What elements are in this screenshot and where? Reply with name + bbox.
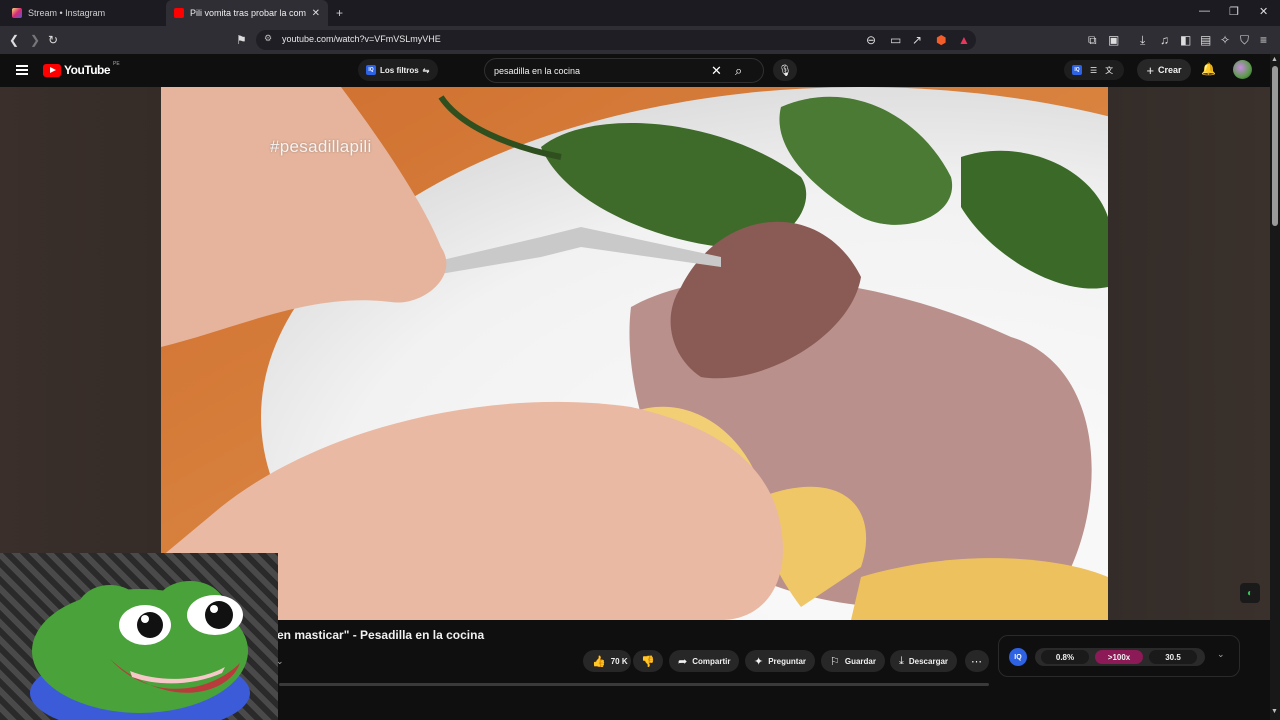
zoom-icon[interactable]: ⊖: [866, 32, 876, 48]
create-button[interactable]: + Crear: [1137, 59, 1191, 81]
scroll-down-icon[interactable]: ▼: [1271, 708, 1278, 715]
browser-tab-bar: Stream • Instagram Pili vomita tras prob…: [0, 0, 1280, 26]
account-avatar[interactable]: [1233, 60, 1252, 79]
screen: Stream • Instagram Pili vomita tras prob…: [0, 0, 1280, 720]
new-tab-icon[interactable]: +: [336, 6, 343, 20]
youtube-header: YouTube PE IQ Los filtros ⇋ pesadilla en…: [0, 54, 1270, 87]
like-button[interactable]: 👍 70 K: [583, 650, 631, 672]
close-window-icon[interactable]: ✕: [1259, 5, 1268, 18]
music-icon[interactable]: ♫: [1160, 32, 1169, 48]
stat-multiplier: >100x: [1095, 650, 1143, 664]
search-input[interactable]: pesadilla en la cocina ✕ ⌕: [484, 58, 764, 83]
download-arrow-icon: ⤓: [899, 654, 904, 667]
download-icon[interactable]: ⤓: [1140, 32, 1145, 48]
share-page-icon[interactable]: ↗: [912, 32, 922, 48]
like-count: 70 K: [610, 656, 628, 666]
youtube-logo[interactable]: YouTube PE: [43, 61, 120, 77]
close-tab-icon[interactable]: ✕: [312, 8, 320, 19]
stat-percent: 0.8%: [1041, 650, 1089, 664]
share-label: Compartir: [692, 656, 731, 666]
translate-icon[interactable]: 文: [1105, 65, 1113, 76]
url-text: youtube.com/watch?v=VFmVSLmyVHE: [282, 34, 441, 44]
menu-icon[interactable]: ≡: [1260, 32, 1267, 48]
instagram-icon: [12, 8, 22, 18]
site-info-icon[interactable]: ⚙: [264, 33, 272, 44]
filters-label: Los filtros: [380, 65, 419, 75]
restore-icon[interactable]: ❐: [1229, 5, 1239, 18]
country-code: PE: [113, 61, 120, 67]
leo-ai-icon[interactable]: ✧: [1220, 32, 1230, 48]
extension-corner-icon[interactable]: ◐: [1240, 583, 1260, 603]
more-actions-button[interactable]: ⋯: [965, 650, 989, 672]
create-label: Crear: [1158, 65, 1182, 75]
forward-icon[interactable]: ❯: [30, 32, 40, 48]
stats-strip: 0.8% >100x 30.5: [1035, 648, 1205, 666]
wallet-icon[interactable]: ▣: [1108, 32, 1119, 48]
dislike-button[interactable]: 👎: [633, 650, 663, 672]
iq-stats-widget: IQ 0.8% >100x 30.5 ⌄: [998, 635, 1240, 677]
video-title: en masticar" - Pesadilla en la cocina: [277, 628, 485, 642]
iq-icon: IQ: [366, 65, 376, 75]
clear-search-icon[interactable]: ✕: [711, 63, 722, 79]
streamer-webcam-overlay: [0, 553, 278, 720]
bookmark-save-icon: ⚐: [830, 655, 840, 668]
iq-icon: IQ: [1072, 65, 1082, 75]
tab-title: Stream • Instagram: [28, 8, 106, 18]
bookmark-icon[interactable]: ⚑: [236, 32, 247, 48]
tab-instagram[interactable]: Stream • Instagram: [4, 0, 164, 26]
extensions-icon[interactable]: ⧉: [1088, 32, 1097, 48]
ask-button[interactable]: ✦ Preguntar: [745, 650, 816, 672]
sliders-icon: ⇋: [422, 65, 430, 75]
vpn-shield-icon[interactable]: ⛉: [1240, 32, 1249, 48]
frog-emote-image: [30, 581, 250, 720]
page-scrollbar[interactable]: ▲ ▼: [1270, 54, 1280, 720]
youtube-play-icon: [43, 63, 61, 77]
sidebar-icon[interactable]: ◧: [1180, 32, 1191, 48]
notifications-icon[interactable]: 🔔: [1201, 62, 1216, 76]
scroll-thumb[interactable]: [1272, 66, 1278, 226]
guide-menu-icon[interactable]: [16, 65, 28, 75]
rewards-icon[interactable]: ▲: [958, 32, 970, 48]
search-icon[interactable]: ⌕: [735, 63, 742, 79]
reload-icon[interactable]: ↻: [48, 32, 58, 48]
wallet-card-icon[interactable]: ▤: [1200, 32, 1211, 48]
iq-icon: IQ: [1009, 648, 1027, 666]
browser-toolbar: ❮ ❯ ↻ ⚑ ⚙ youtube.com/watch?v=VFmVSLmyVH…: [0, 26, 1280, 54]
scroll-up-icon[interactable]: ▲: [1271, 56, 1278, 63]
minimize-icon[interactable]: —: [1199, 5, 1210, 17]
youtube-favicon-icon: [174, 8, 184, 18]
voice-search-icon[interactable]: 🎙: [773, 59, 797, 81]
list-icon[interactable]: ☰: [1090, 66, 1097, 75]
video-overlay-hashtag: #pesadillapili: [270, 137, 372, 156]
logo-text: YouTube: [64, 63, 111, 77]
back-icon[interactable]: ❮: [9, 32, 19, 48]
theater-background: #pesadillapili ◐: [0, 87, 1270, 620]
tab-title: Pili vomita tras probar la comida: [190, 8, 306, 18]
chevron-down-icon[interactable]: ⌄: [1217, 649, 1225, 660]
tab-youtube[interactable]: Pili vomita tras probar la comida ✕: [166, 0, 328, 26]
save-button[interactable]: ⚐ Guardar: [821, 650, 885, 672]
scroll-divider: [279, 683, 989, 686]
plus-icon: +: [1146, 62, 1155, 78]
thumbs-up-icon: 👍: [592, 655, 606, 668]
address-bar[interactable]: ⚙ youtube.com/watch?v=VFmVSLmyVHE ⊖ ▭ ↗ …: [256, 30, 976, 50]
sparkle-icon: ✦: [754, 655, 764, 668]
extension-buttons[interactable]: IQ ☰ 文: [1064, 60, 1124, 80]
cast-icon[interactable]: ▭: [890, 32, 901, 48]
stat-score: 30.5: [1149, 650, 1197, 664]
filters-button[interactable]: IQ Los filtros ⇋: [358, 59, 438, 81]
search-query: pesadilla en la cocina: [494, 66, 581, 76]
ask-label: Preguntar: [768, 656, 807, 666]
download-button[interactable]: ⤓ Descargar: [890, 650, 958, 672]
video-frame: [161, 87, 1108, 620]
more-icon: ⋯: [971, 655, 982, 668]
share-button[interactable]: ➦ Compartir: [669, 650, 740, 672]
brave-shield-icon[interactable]: ⬢: [936, 32, 946, 48]
thumbs-down-icon: 👎: [641, 655, 655, 668]
video-player[interactable]: #pesadillapili: [161, 87, 1108, 620]
download-label: Descargar: [908, 656, 949, 666]
save-label: Guardar: [844, 656, 876, 666]
share-icon: ➦: [678, 655, 688, 668]
